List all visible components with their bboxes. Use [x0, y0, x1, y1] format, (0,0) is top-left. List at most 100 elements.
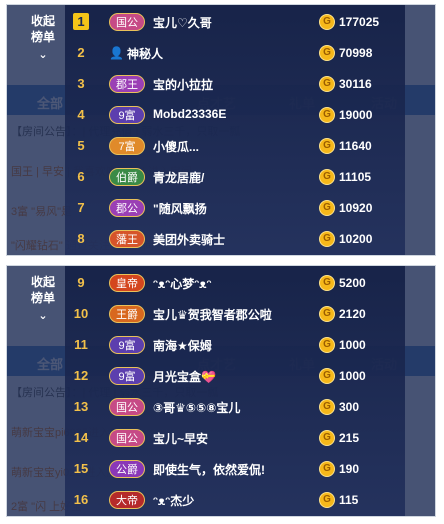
- contribution-score: 19000: [339, 108, 373, 122]
- coin-icon: G: [319, 430, 335, 446]
- coin-icon: G: [319, 45, 335, 61]
- coin-icon: G: [319, 275, 335, 291]
- rank-number: 5: [77, 138, 85, 153]
- ranking-row[interactable]: 2 👤 神秘人 G 70998: [65, 38, 405, 69]
- user-name: ᵔᴥᵔ杰少: [153, 494, 195, 508]
- noble-rank-badge: 公爵: [109, 460, 145, 478]
- rank-number: 15: [73, 461, 89, 476]
- rank-number: 3: [77, 76, 85, 91]
- contribution-score: 115: [339, 493, 359, 507]
- ranking-row[interactable]: 6 伯爵 青龙居鹿/G 11105: [65, 162, 405, 193]
- collapse-ranking-button[interactable]: 收起榜单 ⌄: [13, 13, 73, 71]
- ranking-row[interactable]: 12 9富 月光宝盒💝 G 1000: [65, 361, 405, 392]
- ranking-row[interactable]: 15 公爵 即使生气，依然爱侃! G 190: [65, 454, 405, 485]
- ranking-row[interactable]: 3 郡王 宝的小拉拉 G 30116: [65, 69, 405, 100]
- contribution-score: 30116: [339, 77, 372, 91]
- coin-icon: G: [319, 14, 335, 30]
- rank-number: 6: [77, 169, 85, 184]
- ranking-row[interactable]: 14 国公 宝儿~早安 G 215: [65, 423, 405, 454]
- coin-icon: G: [319, 107, 335, 123]
- noble-rank-badge: 国公: [109, 13, 145, 31]
- coin-icon: G: [319, 306, 335, 322]
- coin-icon: G: [319, 337, 335, 353]
- ranking-panel-top: 全部点才艺礼单活动【房间公告】：| 代理充值 | 弱水三千，只取一瓢国王 | 早…: [6, 4, 436, 256]
- rank-number: 8: [77, 231, 85, 246]
- chevron-down-icon: ⌄: [38, 310, 48, 322]
- contribution-score: 177025: [339, 15, 380, 29]
- user-name: "随风飘扬: [153, 202, 207, 216]
- contribution-score: 5200: [339, 276, 366, 290]
- noble-rank-badge: 国公: [109, 398, 145, 416]
- rank-number: 7: [77, 200, 85, 215]
- ranking-row[interactable]: 9 皇帝 ᵔᴥᵔ心梦ᵔᴥᵔ G 5200: [65, 268, 405, 299]
- collapse-label-line2: 榜单: [30, 291, 55, 305]
- coin-icon: G: [319, 231, 335, 247]
- ranking-row[interactable]: 11 9富 南海★保姆 G 1000: [65, 330, 405, 361]
- rank-number: 16: [73, 492, 89, 507]
- coin-icon: G: [319, 399, 335, 415]
- user-name: Mobd23336E: [153, 107, 227, 121]
- ranking-row[interactable]: 10 王爵 宝儿♛贺我智者郡公啦 G 2120: [65, 299, 405, 330]
- user-name: 小傻瓜...: [153, 140, 200, 154]
- ranking-row[interactable]: 7 郡公 "随风飘扬 G 10920: [65, 193, 405, 224]
- contribution-score: 10200: [339, 232, 373, 246]
- noble-rank-badge: 皇帝: [109, 274, 145, 292]
- rank-number: 11: [74, 337, 88, 352]
- contribution-score: 1000: [339, 338, 366, 352]
- ranking-row[interactable]: 4 9富 Mobd23336E G 19000: [65, 100, 405, 131]
- ranking-list: 1 国公 宝儿♡久哥 G 177025 2 👤 神秘人 G 70998 3 郡王 宝的小拉拉 G 30116…: [65, 5, 405, 255]
- ranking-row[interactable]: 16 大帝 ᵔᴥᵔ杰少 G 115: [65, 485, 405, 516]
- rank-number: 14: [73, 430, 89, 445]
- coin-icon: G: [319, 368, 335, 384]
- contribution-score: 10920: [339, 201, 373, 215]
- contribution-score: 11640: [339, 139, 372, 153]
- coin-icon: G: [319, 76, 335, 92]
- collapse-label-line1: 收起: [30, 14, 55, 28]
- ranking-row[interactable]: 13 国公 ③哥♛⑤⑤⑧宝儿 G 300: [65, 392, 405, 423]
- user-name: 宝儿♛贺我智者郡公啦: [153, 308, 272, 322]
- rank-number: 1: [73, 13, 89, 30]
- noble-rank-badge: 9富: [109, 106, 145, 124]
- rank-number: 4: [77, 107, 85, 122]
- user-name: 宝的小拉拉: [153, 78, 214, 92]
- user-name: 青龙居鹿/: [153, 171, 205, 185]
- chevron-down-icon: ⌄: [38, 49, 48, 61]
- user-name: 南海★保姆: [153, 339, 212, 353]
- contribution-score: 1000: [339, 369, 366, 383]
- rank-number: 10: [73, 306, 89, 321]
- contribution-score: 215: [339, 431, 360, 445]
- rank-number: 12: [73, 368, 89, 383]
- noble-rank-badge: 藩王: [109, 230, 145, 248]
- mystery-user-icon: 👤: [109, 46, 124, 60]
- user-name: 美团外卖骑士: [153, 233, 226, 247]
- collapse-label-line2: 榜单: [30, 30, 55, 44]
- ranking-row[interactable]: 8 藩王 美团外卖骑士 G 10200: [65, 224, 405, 255]
- user-name: 宝儿♡久哥: [153, 16, 212, 30]
- rank-number: 9: [77, 275, 85, 290]
- collapse-ranking-button[interactable]: 收起榜单 ⌄: [13, 274, 73, 332]
- user-name: 月光宝盒💝: [153, 370, 216, 384]
- contribution-score: 11105: [339, 170, 372, 184]
- ranking-row[interactable]: 5 7富 小傻瓜... G 11640: [65, 131, 405, 162]
- contribution-score: 190: [339, 462, 360, 476]
- contribution-score: 70998: [339, 46, 373, 60]
- coin-icon: G: [319, 169, 335, 185]
- noble-rank-badge: 伯爵: [109, 168, 145, 186]
- contribution-score: 300: [339, 400, 360, 414]
- ranking-list: 9 皇帝 ᵔᴥᵔ心梦ᵔᴥᵔ G 5200 10 王爵 宝儿♛贺我智者郡公啦 G 2120 11 9富南…: [65, 266, 405, 516]
- user-name: ③哥♛⑤⑤⑧宝儿: [153, 401, 241, 415]
- user-name: 宝儿~早安: [153, 432, 209, 446]
- coin-icon: G: [319, 138, 335, 154]
- noble-rank-badge: 郡公: [109, 199, 145, 217]
- rank-number: 13: [73, 399, 89, 414]
- coin-icon: G: [319, 492, 335, 508]
- collapse-label-line1: 收起: [30, 275, 55, 289]
- noble-rank-badge: 郡王: [109, 75, 145, 93]
- user-name: 即使生气，依然爱侃!: [153, 463, 265, 477]
- noble-rank-badge: 大帝: [109, 491, 145, 509]
- noble-rank-badge: 7富: [109, 137, 145, 155]
- ranking-row[interactable]: 1 国公 宝儿♡久哥 G 177025: [65, 7, 405, 38]
- ranking-panel-bottom: 全部点才艺礼单活动【房间公告】：| 代理 | 弱水三千，只取一瓢萌新宝宝pi69…: [6, 265, 436, 517]
- noble-rank-badge: 9富: [109, 367, 145, 385]
- user-name: ᵔᴥᵔ心梦ᵔᴥᵔ: [153, 277, 212, 291]
